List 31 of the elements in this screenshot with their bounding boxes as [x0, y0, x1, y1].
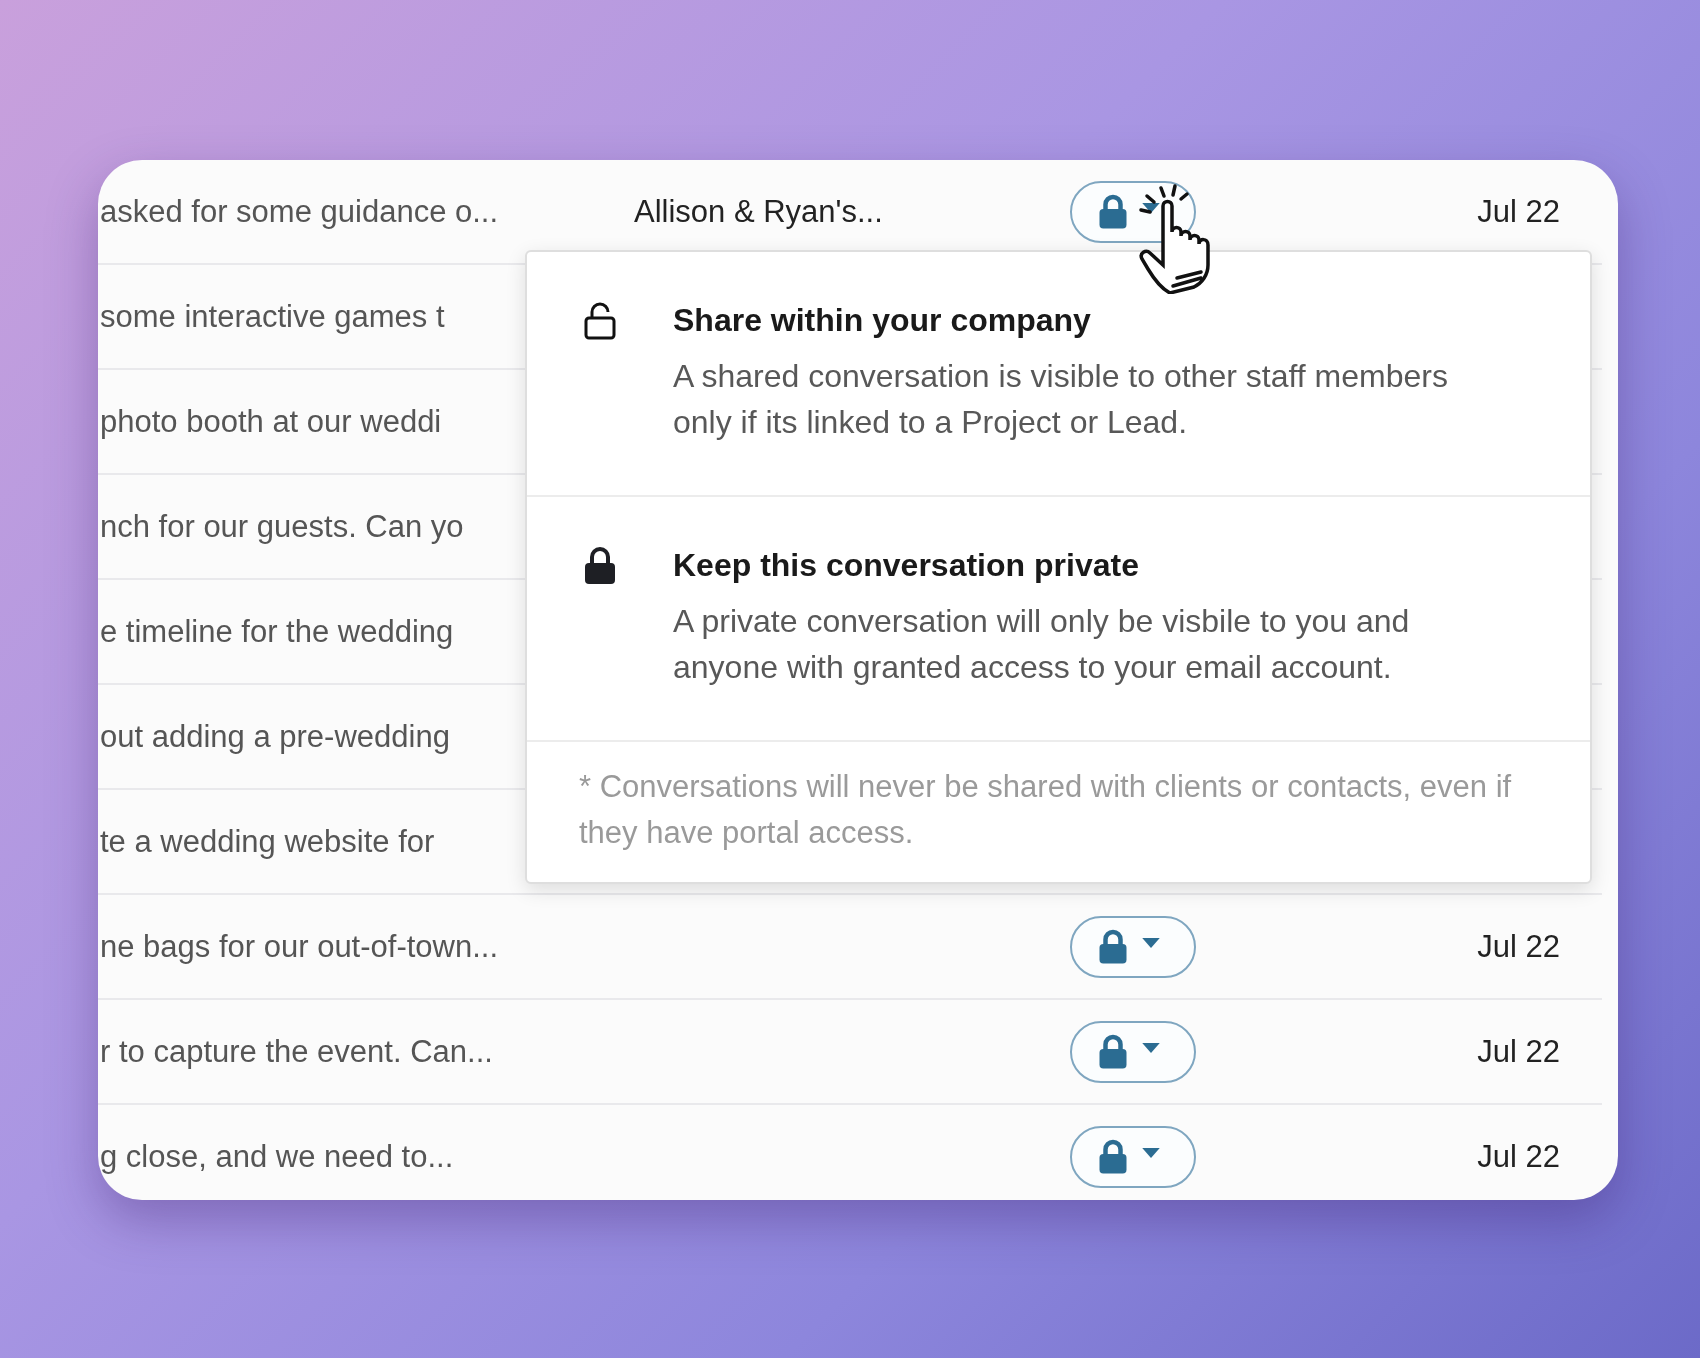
message-snippet: photo booth at our weddi	[100, 403, 442, 440]
option-title: Keep this conversation private	[673, 547, 1140, 584]
caret-icon	[1142, 937, 1160, 948]
project-name: Allison & Ryan's...	[634, 193, 883, 230]
message-snippet: g close, and we need to...	[100, 1138, 454, 1175]
lock-icon	[1098, 928, 1128, 965]
message-snippet: asked for some guidance o...	[100, 193, 499, 230]
option-title: Share within your company	[673, 302, 1092, 339]
message-snippet: e timeline for the wedding	[100, 613, 454, 650]
date-label: Jul 22	[1477, 1033, 1560, 1070]
message-snippet: nch for our guests. Can yo	[100, 508, 464, 545]
privacy-option[interactable]: Keep this conversation private A private conversation will only be visbile to you and anyone with granted access to your email account.	[527, 497, 1590, 742]
date-label: Jul 22	[1477, 1138, 1560, 1175]
message-snippet: some interactive games t	[100, 298, 445, 335]
caret-icon	[1142, 1147, 1160, 1158]
message-snippet: te a wedding website for	[100, 823, 435, 860]
message-snippet: r to capture the event. Can...	[100, 1033, 493, 1070]
lock-icon	[583, 547, 617, 585]
option-description: A private conversation will only be visbile to you and anyone with granted access to your email account.	[673, 602, 1411, 687]
caret-icon	[1142, 202, 1160, 213]
lock-icon	[1098, 1033, 1128, 1070]
caret-icon	[1142, 1042, 1160, 1053]
date-label: Jul 22	[1477, 193, 1560, 230]
footnote: * Conversations will never be shared with clients or contacts, even if they have portal access.	[578, 768, 1513, 852]
lock-icon	[1098, 193, 1128, 230]
lock-icon	[1098, 1138, 1128, 1175]
date-label: Jul 22	[1477, 928, 1560, 965]
option-description: A shared conversation is visible to other staff members only if its linked to a Project or Lead.	[673, 357, 1449, 442]
unlocked-icon	[583, 302, 617, 340]
message-snippet: out adding a pre-wedding	[100, 718, 450, 755]
message-snippet: ne bags for our out-of-town...	[100, 928, 499, 965]
